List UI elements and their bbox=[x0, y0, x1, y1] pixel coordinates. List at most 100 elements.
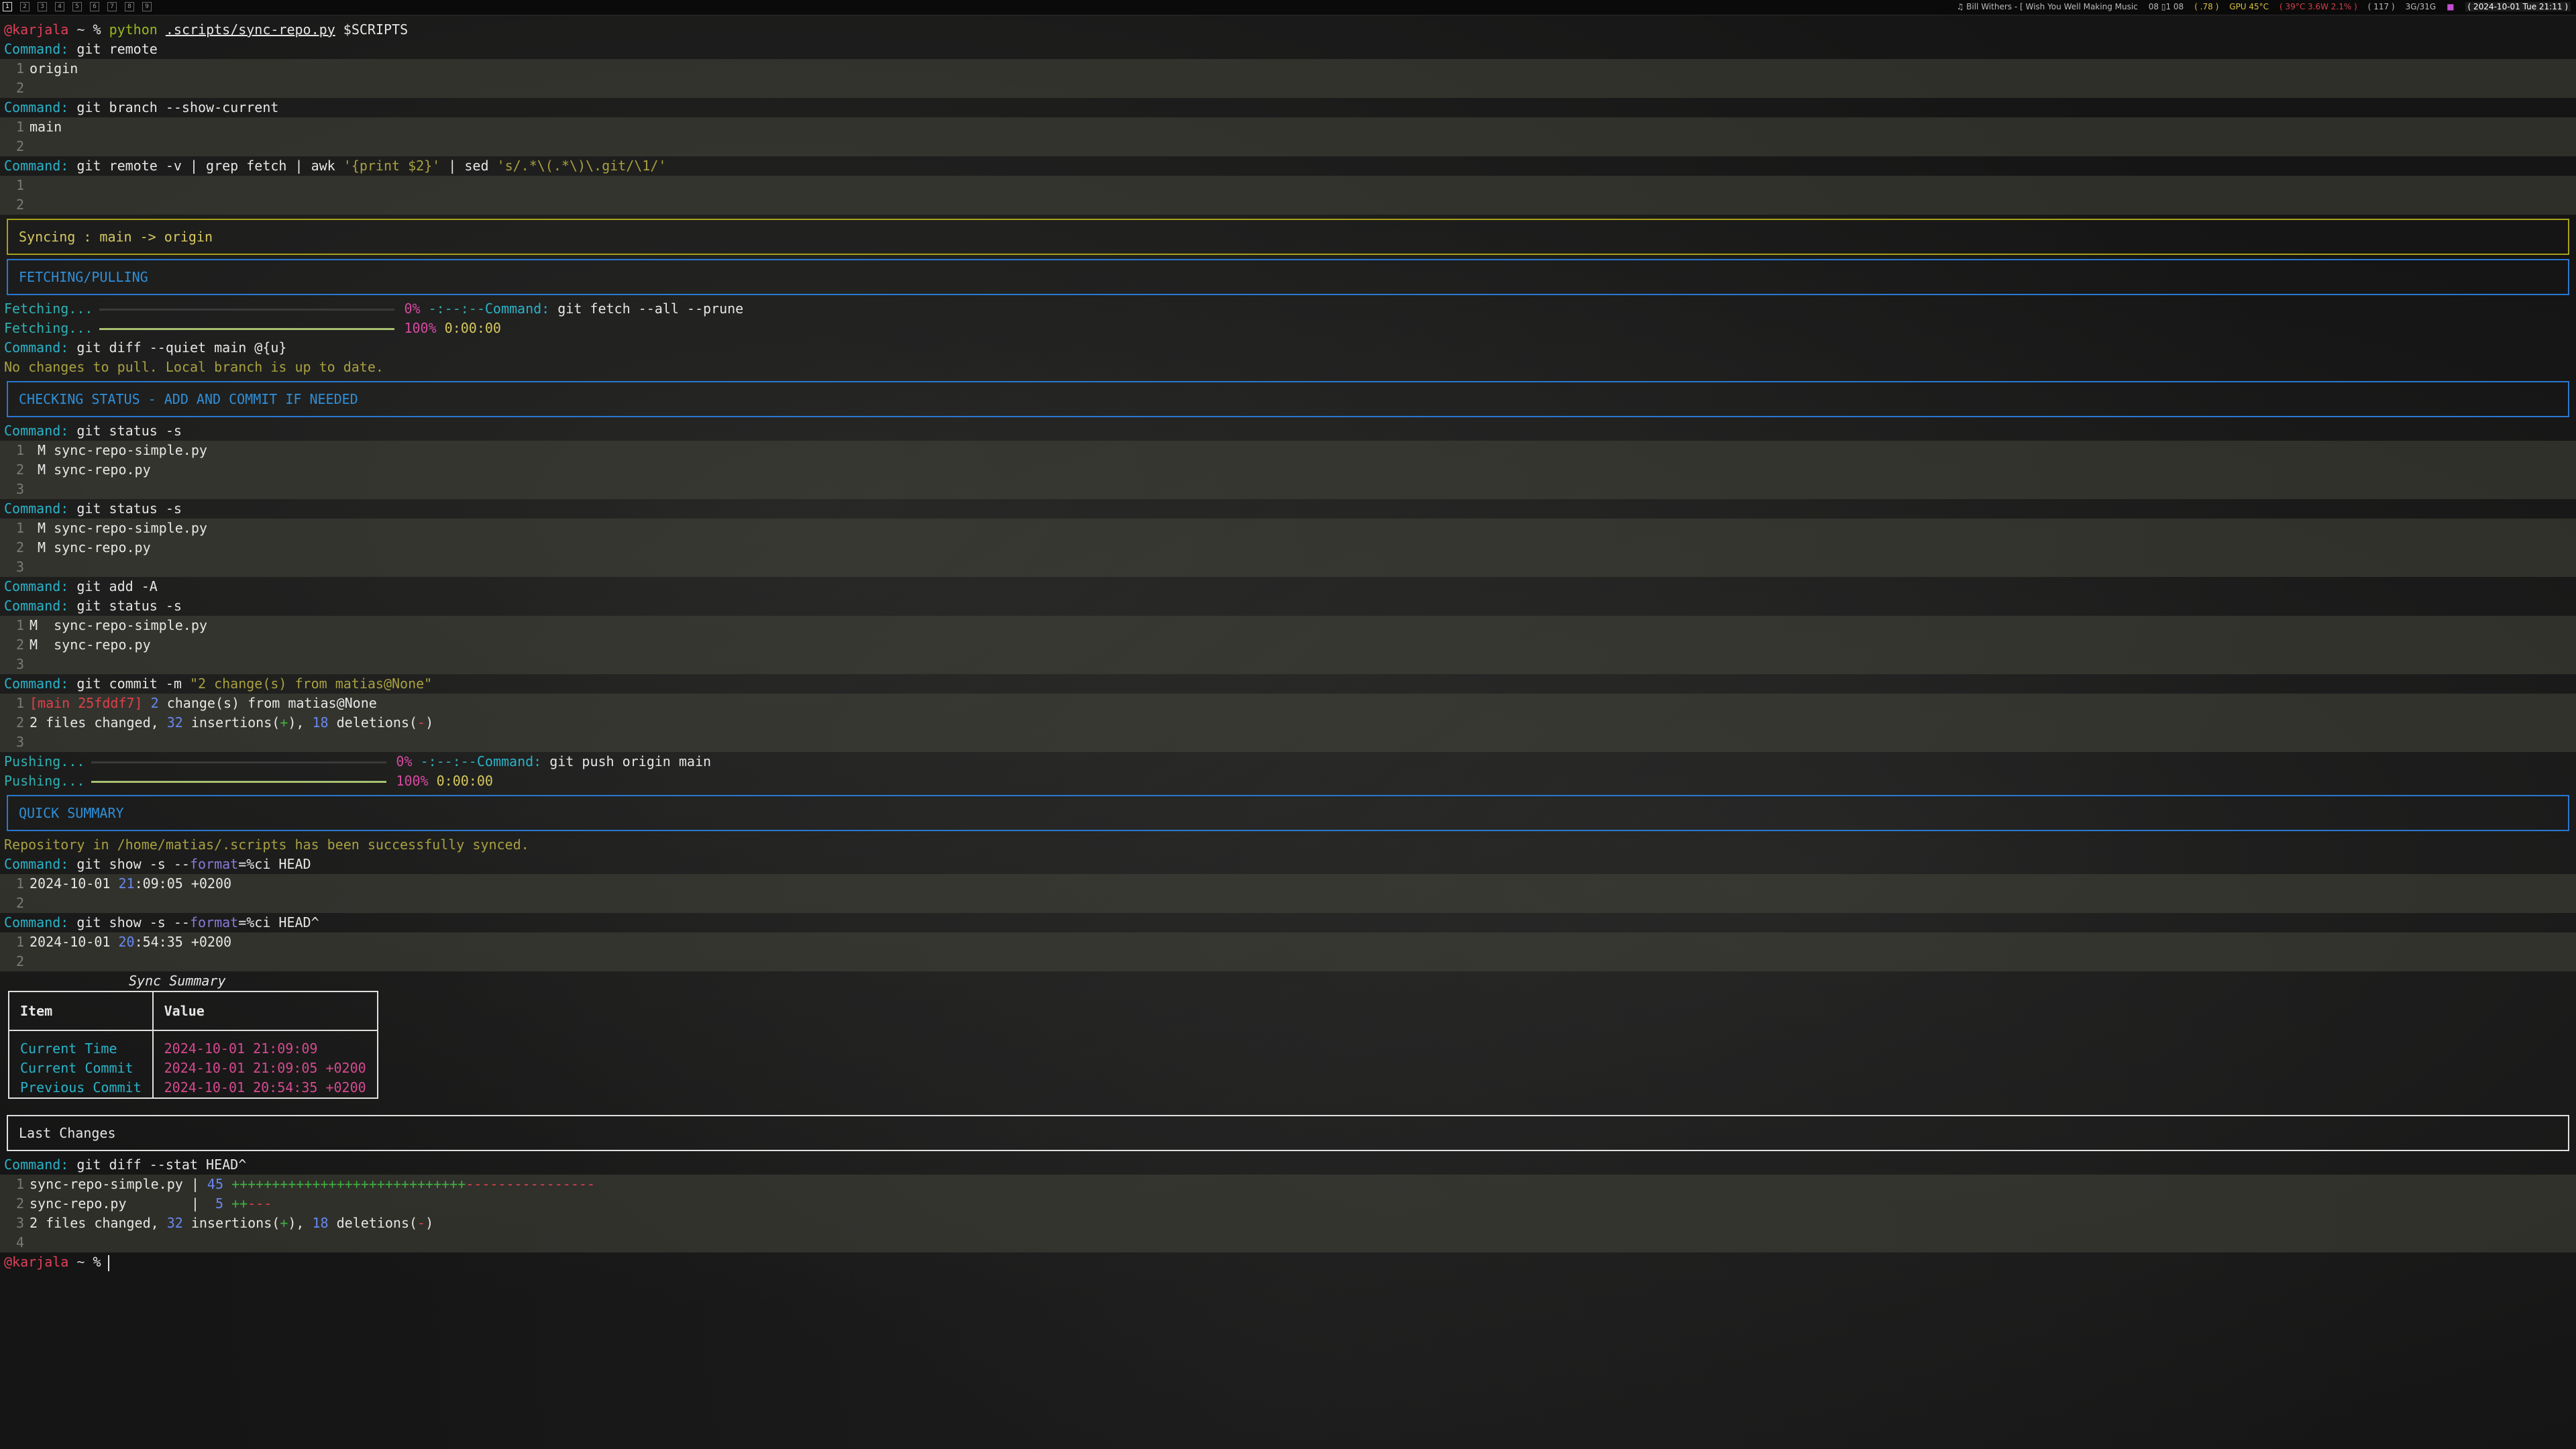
command-line: Command: git remote -v | grep fetch | aw… bbox=[0, 156, 2576, 176]
table-cell-value: 2024-10-01 21:09:05 +0200 bbox=[164, 1060, 366, 1076]
change-count: 2 bbox=[150, 695, 159, 711]
command-keyword: format bbox=[189, 914, 239, 930]
workspace-button[interactable]: 8 bbox=[125, 2, 134, 11]
clock[interactable]: ( 2024-10-01 Tue 21:11 ) bbox=[2465, 2, 2571, 11]
command-label: Command: bbox=[4, 41, 69, 57]
command-output: 1 main 2 bbox=[0, 117, 2576, 156]
prompt-line: @karjala ~ % python .scripts/sync-repo.p… bbox=[0, 20, 2576, 40]
line-number: 2 bbox=[15, 138, 24, 154]
tray-icon[interactable]: ■ bbox=[2447, 2, 2454, 11]
diff-plus: +++++++++++++++++++++++++++++ bbox=[231, 1176, 466, 1192]
line-number: 3 bbox=[15, 656, 24, 672]
workspace-button[interactable]: 1 bbox=[3, 2, 12, 11]
output-text: M sync-repo-simple.py bbox=[30, 520, 207, 536]
output-line: 2 bbox=[0, 894, 2576, 913]
output-line: 4 bbox=[0, 1233, 2576, 1252]
output-text: 2 files changed, bbox=[30, 714, 159, 731]
command-line: Command: git status -s bbox=[0, 499, 2576, 519]
output-line: 2 sync-repo.py | 5 ++--- bbox=[0, 1194, 2576, 1214]
table-cell-item: Previous Commit bbox=[9, 1078, 154, 1098]
command-line: Command: git branch --show-current bbox=[0, 98, 2576, 117]
progress-bar bbox=[99, 309, 395, 311]
workspace-button[interactable]: 6 bbox=[90, 2, 99, 11]
workspace-button[interactable]: 4 bbox=[55, 2, 64, 11]
progress-line: Fetching... 100% 0:00:00 bbox=[0, 319, 2576, 338]
cpu-stats: ( 39°C 3.6W 2.1% ) bbox=[2279, 2, 2357, 11]
line-number: 2 bbox=[15, 80, 24, 96]
table-row: Current Commit 2024-10-01 21:09:05 +0200 bbox=[9, 1059, 378, 1078]
script-arg: $SCRIPTS bbox=[343, 21, 409, 38]
status-message: Repository in /home/matias/.scripts has … bbox=[4, 837, 529, 853]
command-text: git remote bbox=[76, 41, 158, 57]
memory-usage: 3G/31G bbox=[2405, 2, 2436, 11]
progress-label: Fetching... bbox=[4, 301, 93, 317]
workspace-switcher: 1 2 3 4 5 6 7 8 9 bbox=[3, 2, 152, 11]
command-text: git status -s bbox=[76, 500, 182, 517]
command-label: Command: bbox=[4, 423, 69, 439]
text-cursor[interactable] bbox=[107, 1254, 109, 1271]
output-line: 1 2024-10-01 21:09:05 +0200 bbox=[0, 874, 2576, 894]
command-output: 1 2024-10-01 21:09:05 +0200 2 bbox=[0, 874, 2576, 913]
command-output: 1 origin 2 bbox=[0, 59, 2576, 98]
line-number: 3 bbox=[15, 481, 24, 497]
output-line: 1 2024-10-01 20:54:35 +0200 bbox=[0, 932, 2576, 952]
terminal-output[interactable]: @karjala ~ % python .scripts/sync-repo.p… bbox=[0, 20, 2576, 1272]
deletions-count: 18 bbox=[312, 1215, 329, 1231]
command-label: Command: bbox=[476, 753, 542, 769]
command-text: git status -s bbox=[76, 423, 182, 439]
line-number: 1 bbox=[15, 617, 24, 633]
output-text: :09:05 +0200 bbox=[134, 875, 232, 892]
output-line: 2 bbox=[0, 137, 2576, 156]
output-line: 2 M sync-repo.py bbox=[0, 635, 2576, 655]
workspace-button[interactable]: 2 bbox=[20, 2, 30, 11]
command-text: git commit -m bbox=[76, 676, 182, 692]
output-text: origin bbox=[30, 60, 78, 76]
banner-text: Syncing : main -> origin bbox=[19, 229, 213, 245]
progress-percent: 100% bbox=[404, 320, 437, 336]
command-text: git diff --quiet main @{u} bbox=[76, 339, 287, 356]
workspace-button[interactable]: 3 bbox=[38, 2, 47, 11]
command-label: Command: bbox=[4, 914, 69, 930]
line-number: 2 bbox=[15, 714, 24, 731]
media-player-status[interactable]: ♫ Bill Withers - [ Wish You Well Making … bbox=[1957, 2, 2138, 11]
progress-percent: 0% bbox=[404, 301, 421, 317]
output-text: :54:35 +0200 bbox=[134, 934, 232, 950]
diff-minus: ---------------- bbox=[466, 1176, 595, 1192]
output-text: 2024-10-01 bbox=[30, 934, 111, 950]
output-text: deletions( bbox=[336, 714, 418, 731]
progress-eta: -:--:-- bbox=[420, 753, 477, 769]
prompt-user: @karjala bbox=[4, 1254, 69, 1270]
line-number: 2 bbox=[15, 462, 24, 478]
command-label: Command: bbox=[4, 598, 69, 614]
status-bar: 1 2 3 4 5 6 7 8 9 ♫ Bill Withers - [ Wis… bbox=[0, 0, 2576, 15]
status-modules: ♫ Bill Withers - [ Wish You Well Making … bbox=[1957, 2, 2571, 11]
progress-line: Fetching... 0% -:--:--Command: git fetch … bbox=[0, 299, 2576, 319]
prompt-line[interactable]: @karjala ~ % bbox=[0, 1252, 2576, 1272]
prompt-command: python bbox=[109, 21, 158, 38]
column-header: Item bbox=[9, 991, 154, 1031]
workspace-button[interactable]: 9 bbox=[142, 2, 152, 11]
sync-summary-table: Item Value Current Time 2024-10-01 21:09… bbox=[8, 991, 378, 1099]
output-line: 2 2 files changed, 32 insertions(+), 18 d… bbox=[0, 713, 2576, 733]
output-line: 3 bbox=[0, 557, 2576, 577]
prompt-symbol: % bbox=[93, 21, 101, 38]
command-text: git fetch --all --prune bbox=[557, 301, 744, 317]
command-output: 1 sync-repo-simple.py | 45 ++++++++++++++… bbox=[0, 1175, 2576, 1252]
diff-separator: | bbox=[191, 1176, 199, 1192]
command-label: Command: bbox=[4, 339, 69, 356]
progress-line: Pushing... 100% 0:00:00 bbox=[0, 771, 2576, 791]
banner-text: QUICK SUMMARY bbox=[19, 805, 124, 821]
system-stats: 08 ▯1 08 bbox=[2148, 2, 2184, 11]
line-number: 2 bbox=[15, 637, 24, 653]
output-text: ) bbox=[425, 714, 434, 731]
diff-file-name: sync-repo-simple.py bbox=[30, 1176, 183, 1192]
output-line: 2 M sync-repo.py bbox=[0, 460, 2576, 480]
output-text: 2 files changed, bbox=[30, 1215, 159, 1231]
workspace-button[interactable]: 7 bbox=[107, 2, 117, 11]
workspace-button[interactable]: 5 bbox=[72, 2, 82, 11]
line-number: 1 bbox=[15, 442, 24, 458]
command-line: Command: git show -s --format=%ci HEAD^ bbox=[0, 913, 2576, 932]
diff-minus: --- bbox=[248, 1195, 272, 1212]
command-line: Command: git diff --quiet main @{u} bbox=[0, 338, 2576, 358]
command-text: git show -s -- bbox=[76, 914, 190, 930]
